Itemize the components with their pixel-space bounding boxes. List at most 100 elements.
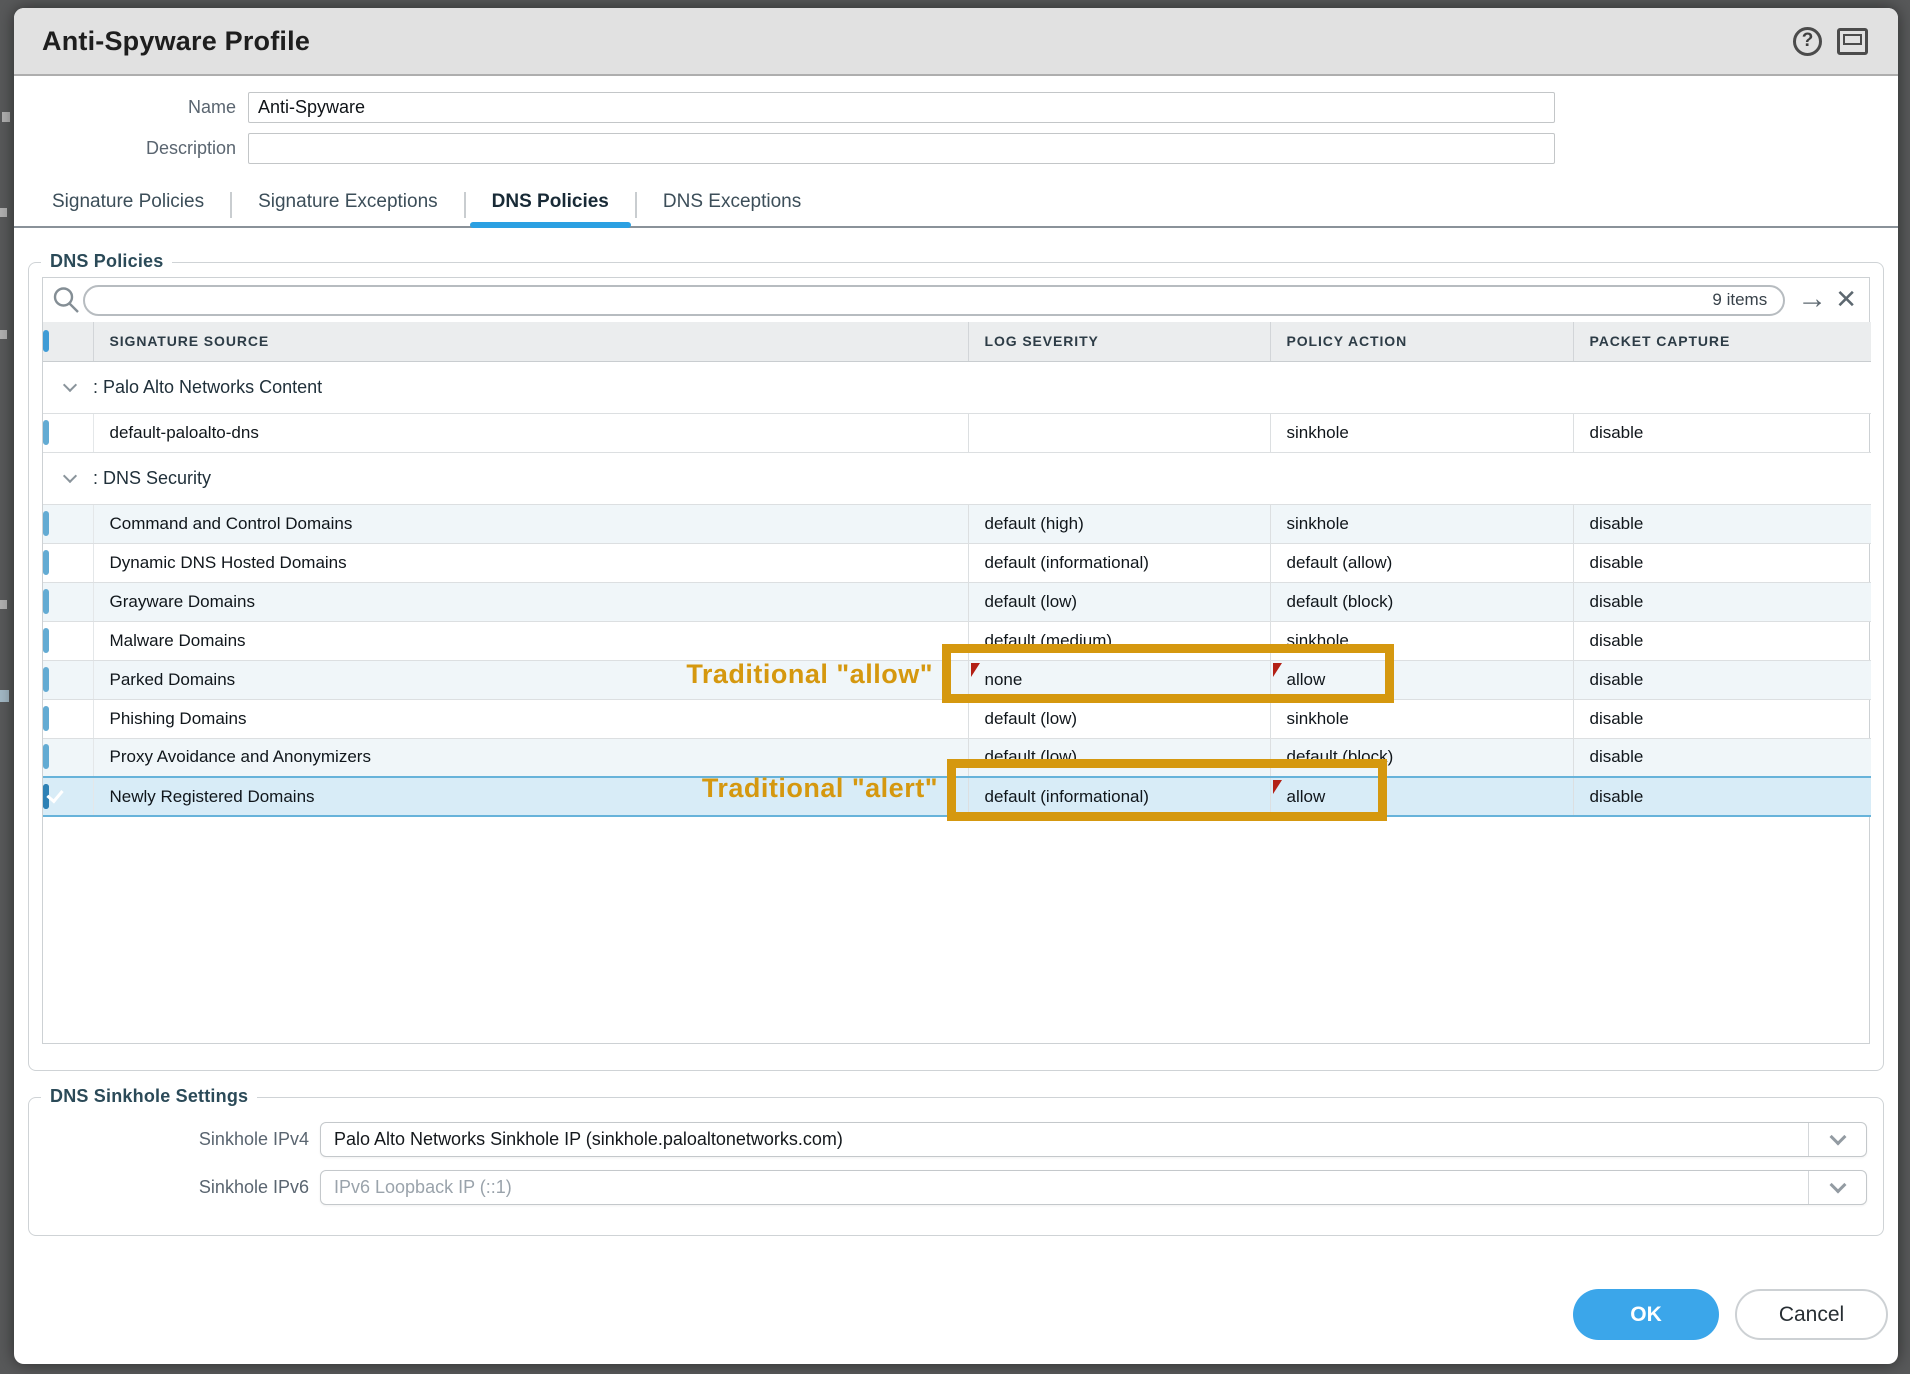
log-severity-cell[interactable]: default (low) — [968, 738, 1270, 777]
clear-filter-icon[interactable]: ✕ — [1835, 286, 1857, 312]
table-row[interactable]: Newly Registered Domainsdefault (informa… — [43, 777, 1871, 816]
dns-policies-table-card: 9 items → ✕ SIGNATURE SOURCE LOG SEVERIT… — [42, 277, 1870, 1044]
tab-signature-exceptions[interactable]: Signature Exceptions — [258, 191, 438, 226]
select-all-checkbox[interactable] — [43, 330, 49, 352]
row-checkbox[interactable] — [43, 667, 49, 692]
packet-capture-cell[interactable]: disable — [1573, 582, 1871, 621]
sinkhole-ipv4-select[interactable]: Palo Alto Networks Sinkhole IP (sinkhole… — [320, 1122, 1867, 1157]
description-field[interactable] — [248, 133, 1555, 164]
row-checkbox[interactable] — [43, 420, 49, 445]
packet-capture-cell[interactable]: disable — [1573, 699, 1871, 738]
policy-action-cell[interactable]: sinkhole — [1270, 413, 1573, 452]
row-checkbox[interactable] — [43, 744, 49, 769]
table-row[interactable]: Command and Control Domainsdefault (high… — [43, 504, 1871, 543]
signature-source-cell: Malware Domains — [93, 621, 968, 660]
row-checkbox-cell[interactable] — [43, 413, 93, 452]
policy-action-cell[interactable]: sinkhole — [1270, 621, 1573, 660]
apply-filter-arrow-icon[interactable]: → — [1797, 284, 1827, 314]
chevron-down-icon — [1829, 1128, 1846, 1145]
dialog-actions: OK Cancel — [1573, 1289, 1888, 1340]
row-checkbox[interactable] — [43, 550, 49, 575]
dns-policies-table: SIGNATURE SOURCE LOG SEVERITY POLICY ACT… — [43, 322, 1869, 1043]
packet-capture-cell[interactable]: disable — [1573, 413, 1871, 452]
row-checkbox-cell[interactable] — [43, 621, 93, 660]
group-row[interactable]: : Palo Alto Networks Content — [43, 361, 1871, 413]
column-header-signature-source[interactable]: SIGNATURE SOURCE — [93, 322, 968, 361]
log-severity-cell[interactable]: default (medium) — [968, 621, 1270, 660]
row-checkbox-cell[interactable] — [43, 504, 93, 543]
chevron-down-icon[interactable] — [63, 377, 77, 391]
log-severity-cell[interactable]: default (low) — [968, 699, 1270, 738]
tab-separator — [464, 192, 466, 218]
policy-action-cell[interactable]: sinkhole — [1270, 504, 1573, 543]
row-checkbox-cell[interactable] — [43, 582, 93, 621]
tab-dns-policies[interactable]: DNS Policies — [492, 191, 609, 226]
chevron-down-icon[interactable] — [63, 468, 77, 482]
row-checkbox[interactable] — [43, 511, 49, 536]
table-row[interactable]: Malware Domainsdefault (medium)sinkholed… — [43, 621, 1871, 660]
dns-sinkhole-settings-section: DNS Sinkhole Settings Sinkhole IPv4 Palo… — [28, 1097, 1884, 1236]
table-row[interactable]: Phishing Domainsdefault (low)sinkholedis… — [43, 699, 1871, 738]
policy-action-cell[interactable]: default (block) — [1270, 582, 1573, 621]
row-checkbox[interactable] — [43, 706, 49, 731]
group-label: : Palo Alto Networks Content — [93, 377, 322, 397]
ok-button[interactable]: OK — [1573, 1289, 1719, 1340]
sinkhole-ipv6-dropdown-button[interactable] — [1808, 1171, 1866, 1204]
policy-action-cell[interactable]: default (block) — [1270, 738, 1573, 777]
sinkhole-ipv6-value: IPv6 Loopback IP (::1) — [334, 1177, 1808, 1198]
log-severity-cell[interactable]: none — [968, 660, 1270, 699]
table-row[interactable]: Dynamic DNS Hosted Domainsdefault (infor… — [43, 543, 1871, 582]
background-app-fragment — [0, 330, 7, 339]
policy-action-cell[interactable]: allow — [1270, 777, 1573, 816]
row-checkbox-cell[interactable] — [43, 699, 93, 738]
dns-policies-table-body: : Palo Alto Networks Content default-palo… — [43, 361, 1871, 816]
table-row[interactable]: default-paloalto-dnssinkholedisable — [43, 413, 1871, 452]
packet-capture-cell[interactable]: disable — [1573, 660, 1871, 699]
dialog-title: Anti-Spyware Profile — [42, 26, 310, 57]
row-checkbox[interactable] — [43, 589, 49, 614]
background-app-fragment — [0, 600, 7, 609]
row-checkbox-cell[interactable] — [43, 777, 93, 816]
cancel-button[interactable]: Cancel — [1735, 1289, 1888, 1340]
background-app-fragment — [0, 690, 9, 702]
sinkhole-ipv6-select[interactable]: IPv6 Loopback IP (::1) — [320, 1170, 1867, 1205]
tab-signature-policies[interactable]: Signature Policies — [52, 191, 204, 226]
log-severity-cell[interactable]: default (low) — [968, 582, 1270, 621]
dns-sinkhole-settings-legend: DNS Sinkhole Settings — [41, 1086, 257, 1107]
packet-capture-cell[interactable]: disable — [1573, 777, 1871, 816]
window-panel-icon[interactable] — [1837, 28, 1868, 55]
packet-capture-cell[interactable]: disable — [1573, 504, 1871, 543]
table-row[interactable]: Proxy Avoidance and Anonymizersdefault (… — [43, 738, 1871, 777]
column-header-packet-capture[interactable]: PACKET CAPTURE — [1573, 322, 1871, 361]
log-severity-cell[interactable] — [968, 413, 1270, 452]
description-label: Description — [28, 138, 236, 159]
signature-source-cell: Proxy Avoidance and Anonymizers — [93, 738, 968, 777]
policy-action-cell[interactable]: allow — [1270, 660, 1573, 699]
name-field[interactable] — [248, 92, 1555, 123]
packet-capture-cell[interactable]: disable — [1573, 738, 1871, 777]
help-icon[interactable]: ? — [1793, 27, 1822, 56]
signature-source-cell: Parked Domains — [93, 660, 968, 699]
packet-capture-cell[interactable]: disable — [1573, 543, 1871, 582]
row-checkbox-cell[interactable] — [43, 660, 93, 699]
sinkhole-ipv4-dropdown-button[interactable] — [1808, 1123, 1866, 1156]
row-checkbox-checked[interactable] — [43, 784, 49, 809]
tab-separator — [635, 192, 637, 218]
search-input[interactable] — [101, 291, 1712, 309]
table-row[interactable]: Grayware Domainsdefault (low)default (bl… — [43, 582, 1871, 621]
anti-spyware-profile-dialog: Anti-Spyware Profile ? Name Description … — [14, 8, 1898, 1364]
row-checkbox-cell[interactable] — [43, 543, 93, 582]
column-header-policy-action[interactable]: POLICY ACTION — [1270, 322, 1573, 361]
table-row[interactable]: Parked Domainsnoneallowdisable — [43, 660, 1871, 699]
log-severity-cell[interactable]: default (informational) — [968, 777, 1270, 816]
log-severity-cell[interactable]: default (high) — [968, 504, 1270, 543]
policy-action-cell[interactable]: default (allow) — [1270, 543, 1573, 582]
row-checkbox-cell[interactable] — [43, 738, 93, 777]
tab-dns-exceptions[interactable]: DNS Exceptions — [663, 191, 801, 226]
column-header-log-severity[interactable]: LOG SEVERITY — [968, 322, 1270, 361]
group-row[interactable]: : DNS Security — [43, 452, 1871, 504]
policy-action-cell[interactable]: sinkhole — [1270, 699, 1573, 738]
row-checkbox[interactable] — [43, 628, 49, 653]
packet-capture-cell[interactable]: disable — [1573, 621, 1871, 660]
log-severity-cell[interactable]: default (informational) — [968, 543, 1270, 582]
